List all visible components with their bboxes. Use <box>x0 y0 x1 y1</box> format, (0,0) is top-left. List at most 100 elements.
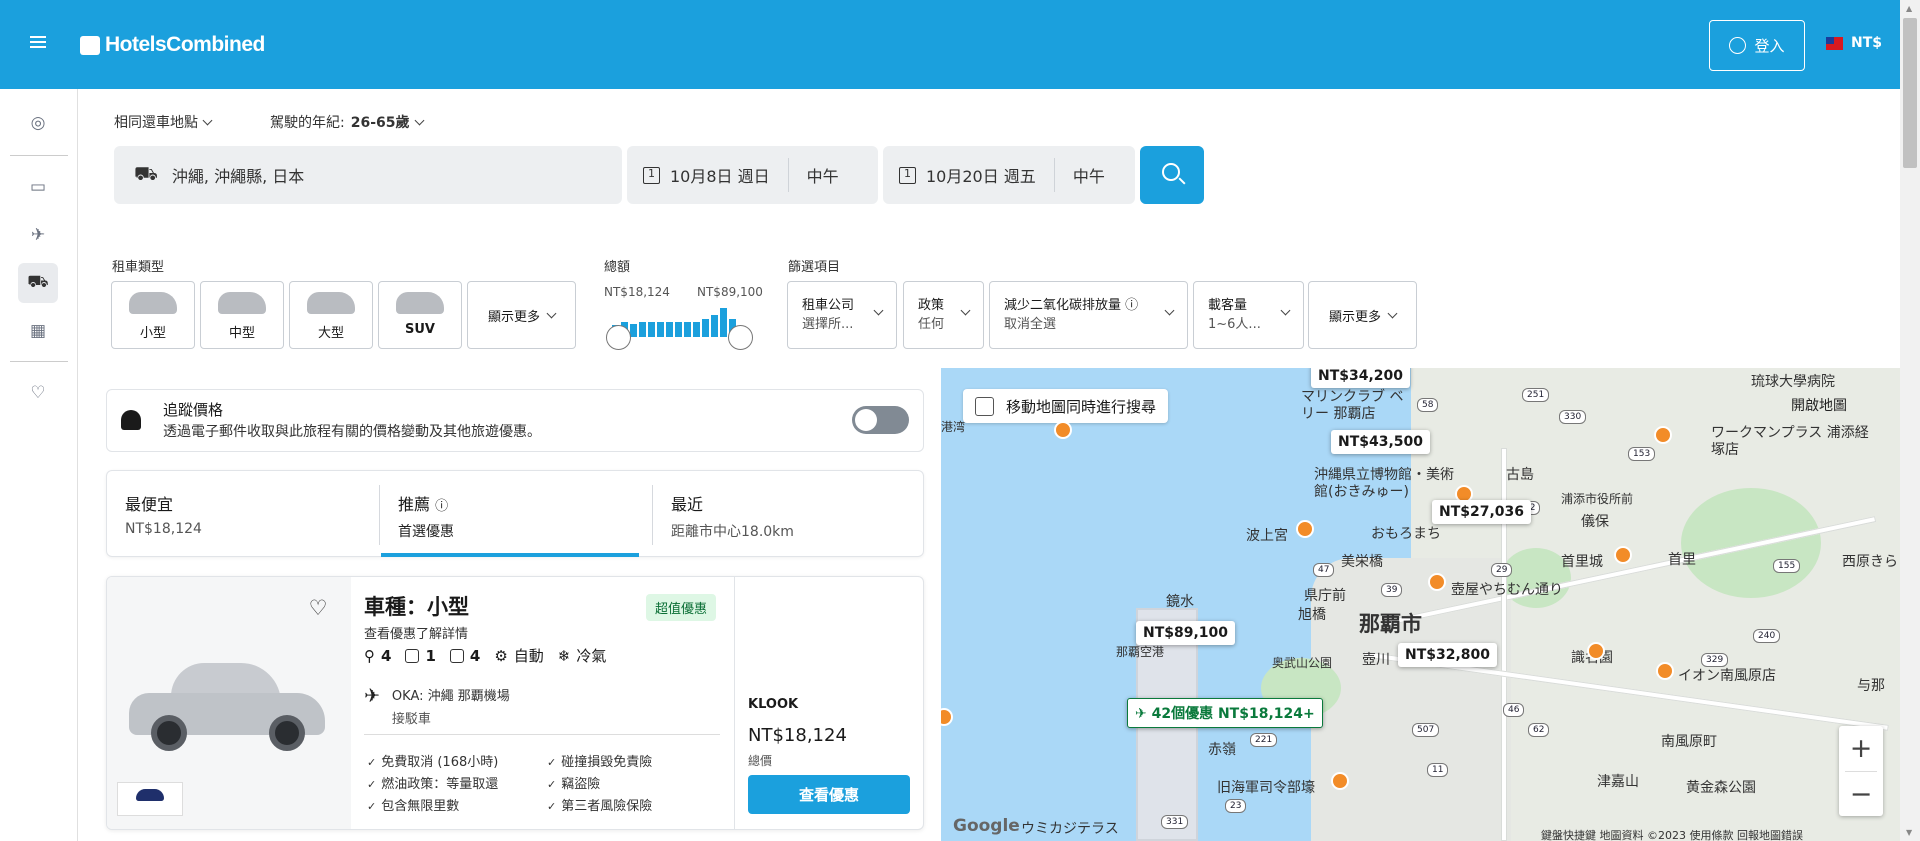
car-type-label: 大型 <box>317 326 344 341</box>
map-attribution[interactable]: 鍵盤快捷鍵 地圖資料 ©2023 使用條款 回報地圖錯誤 <box>1541 827 1803 841</box>
open-map-link[interactable]: 開啟地圖 <box>1791 395 1847 415</box>
login-button[interactable]: 登入 <box>1709 20 1805 71</box>
map-poi-icon[interactable] <box>1656 662 1674 680</box>
car-type-option[interactable]: 大型 <box>289 281 373 349</box>
co2-filter[interactable]: 減少二氧化碳排放量 ⓘ 取消全選 <box>989 281 1188 349</box>
tab-nearest[interactable]: 最近 距離市中心18.0km <box>653 471 925 558</box>
map-poi-icon[interactable] <box>1614 546 1632 564</box>
zoom-out-button[interactable]: − <box>1839 772 1883 817</box>
map-poi-icon[interactable] <box>1054 421 1072 439</box>
map-poi-icon[interactable] <box>1654 426 1672 444</box>
feature-item: 免費取消 (168小時) <box>367 751 498 770</box>
tracking-title: 追蹤價格 <box>163 401 224 419</box>
map-place-label: 旧海軍司令部壕 <box>1217 780 1315 796</box>
price-slider-max-handle[interactable] <box>728 325 753 350</box>
road-number: 331 <box>1161 815 1189 829</box>
tracking-description: 透過電子郵件收取與此旅程有關的價格變動及其他旅遊優惠。 <box>163 424 541 440</box>
deal-cluster-pin[interactable]: ✈ 42個優惠 NT$18,124+ <box>1127 698 1323 728</box>
filter-title: 減少二氧化碳排放量 <box>1004 298 1122 313</box>
price-tracking-panel: 追蹤價格 透過電子郵件收取與此旅程有關的價格變動及其他旅遊優惠。 <box>106 389 924 452</box>
view-deal-button[interactable]: 查看優惠 <box>748 775 910 814</box>
scroll-thumb[interactable] <box>1903 18 1917 168</box>
map-place-label: 美栄橋 <box>1341 554 1383 570</box>
car-type-show-more-button[interactable]: 顯示更多 <box>467 281 576 349</box>
doors-spec: 1 <box>405 645 436 666</box>
map-place-label: 浦添市役所前 <box>1561 492 1634 506</box>
sidebar-divider <box>10 155 68 156</box>
dropoff-time-value[interactable]: 中午 <box>1073 163 1105 187</box>
sidebar-divider <box>10 361 68 362</box>
policy-filter[interactable]: 政策 任何 <box>903 281 984 349</box>
left-sidebar: ◎ ▭ ✈ ⛟ ▦ ♡ <box>0 89 78 841</box>
map-place-label: 那覇空港 <box>1116 645 1165 659</box>
price-pin[interactable]: NT$32,800 <box>1398 643 1498 667</box>
favorite-heart-icon[interactable]: ♡ <box>305 595 331 621</box>
price-pin[interactable]: NT$34,200 <box>1311 368 1411 388</box>
checkbox-box[interactable] <box>975 396 994 416</box>
car-type-option[interactable]: 小型 <box>111 281 195 349</box>
flight-icon[interactable]: ✈ <box>18 215 58 255</box>
price-tracking-toggle[interactable] <box>852 406 909 434</box>
search-button[interactable] <box>1140 146 1204 204</box>
seats-spec: ⚲ 4 <box>364 646 392 665</box>
road-number: 240 <box>1753 629 1781 643</box>
dropoff-date-value[interactable]: 10月20日 週五 <box>926 163 1036 187</box>
info-icon[interactable]: ⓘ <box>1125 298 1138 313</box>
hotel-icon[interactable]: ▭ <box>18 167 58 207</box>
map-poi-icon[interactable] <box>1331 772 1349 790</box>
scroll-down-arrow-icon[interactable]: ▼ <box>1906 828 1912 837</box>
map-place-label: 古島 <box>1506 467 1534 483</box>
result-card[interactable]: ♡ 車種：小型 超值優惠 查看優惠了解詳情 ⚲ 4 1 4 ⚙ 自動 ❄ 冷氣 ✈ O… <box>106 576 924 830</box>
price-pin[interactable]: NT$89,100 <box>1136 621 1236 645</box>
account-icon[interactable]: ◎ <box>18 103 58 143</box>
city-label: 那覇市 <box>1359 612 1422 636</box>
filters-show-more-button[interactable]: 顯示更多 <box>1308 281 1417 349</box>
car-icon[interactable]: ⛟ <box>18 263 58 303</box>
info-icon[interactable]: ⓘ <box>435 499 448 514</box>
pickup-location-input[interactable]: ⛟ 沖繩, 沖繩縣, 日本 <box>114 146 622 204</box>
favorites-icon[interactable]: ♡ <box>18 373 58 413</box>
calendar-icon <box>899 166 916 184</box>
map-poi-icon[interactable] <box>1428 573 1446 591</box>
price-pin[interactable]: NT$27,036 <box>1432 500 1532 524</box>
card-divider <box>734 577 735 829</box>
map-poi-icon[interactable] <box>1587 642 1605 660</box>
bags-spec: 4 <box>449 645 480 666</box>
driver-age-select[interactable]: 駕駛的年紀: 26-65歲 <box>270 112 424 132</box>
person-icon: ⚲ <box>364 646 375 665</box>
menu-icon[interactable] <box>30 36 46 48</box>
dropoff-date-field[interactable]: 10月20日 週五 中午 <box>883 146 1135 204</box>
price-slider-min-handle[interactable] <box>606 325 631 350</box>
tab-recommended[interactable]: 推薦 ⓘ 首選優惠 <box>380 471 652 558</box>
user-icon <box>1729 37 1747 54</box>
rental-company-filter[interactable]: 租車公司 選擇所... <box>787 281 897 349</box>
chevron-down-icon <box>414 115 424 125</box>
map-poi-icon[interactable] <box>1296 520 1314 538</box>
map-place-label: 県庁前 <box>1304 588 1346 604</box>
results-map[interactable]: 移動地圖同時進行搜尋 開啟地圖 琉球大學病院 マリンクラブ ベリー 那覇店 ワー… <box>941 368 1900 841</box>
tab-cheapest[interactable]: 最便宜 NT$18,124 <box>107 471 379 558</box>
map-place-label: 黄金森公園 <box>1686 780 1756 796</box>
currency-selector[interactable]: NT$ <box>1826 35 1882 51</box>
price-pin[interactable]: NT$43,500 <box>1331 430 1431 454</box>
feature-item: 碰撞損毀免責險 <box>547 751 652 770</box>
pickup-time-value[interactable]: 中午 <box>807 163 839 187</box>
chevron-down-icon <box>202 115 213 125</box>
pickup-date-value[interactable]: 10月8日 週日 <box>670 163 770 187</box>
road-number: 11 <box>1427 763 1449 777</box>
active-tab-indicator <box>381 553 639 557</box>
brand-logo[interactable]: HotelsCombined <box>80 33 265 57</box>
car-type-label: SUV <box>405 322 435 337</box>
passengers-filter[interactable]: 載客量 1~6人... <box>1193 281 1304 349</box>
pickup-date-field[interactable]: 10月8日 週日 中午 <box>627 146 878 204</box>
move-map-search-checkbox[interactable]: 移動地圖同時進行搜尋 <box>963 389 1169 423</box>
car-type-option[interactable]: SUV <box>378 281 462 349</box>
map-place-label: 首里 <box>1668 552 1696 568</box>
scroll-up-arrow-icon[interactable]: ▲ <box>1906 4 1912 13</box>
dropoff-option-select[interactable]: 相同還車地點 <box>114 112 213 132</box>
car-type-filter-label: 租車類型 <box>112 260 165 275</box>
car-type-option[interactable]: 中型 <box>200 281 284 349</box>
trips-icon[interactable]: ▦ <box>18 311 58 351</box>
zoom-in-button[interactable]: + <box>1839 726 1883 771</box>
page-scrollbar[interactable]: ▲ ▼ <box>1900 0 1920 841</box>
